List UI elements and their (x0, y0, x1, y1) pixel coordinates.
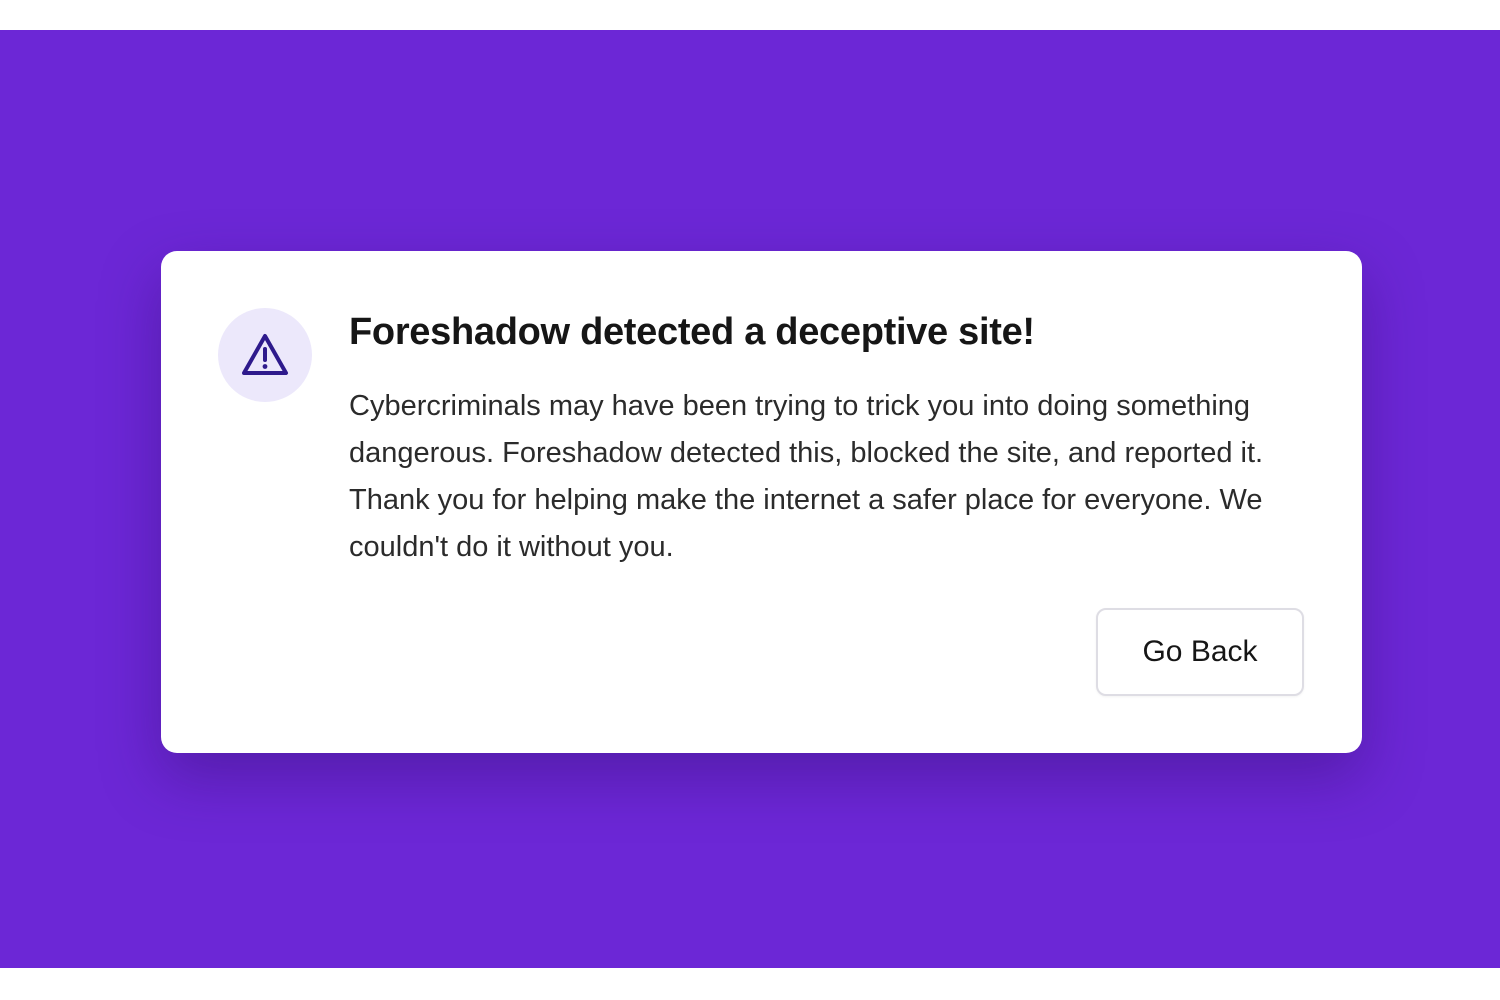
alert-title: Foreshadow detected a deceptive site! (349, 311, 1035, 353)
deceptive-site-alert-card: Foreshadow detected a deceptive site! Cy… (161, 251, 1362, 753)
warning-triangle-icon (242, 334, 288, 375)
warning-icon-badge (218, 308, 312, 402)
alert-message: Cybercriminals may have been trying to t… (349, 390, 1264, 563)
go-back-button[interactable]: Go Back (1096, 608, 1304, 696)
page-background: Foreshadow detected a deceptive site! Cy… (0, 30, 1500, 968)
